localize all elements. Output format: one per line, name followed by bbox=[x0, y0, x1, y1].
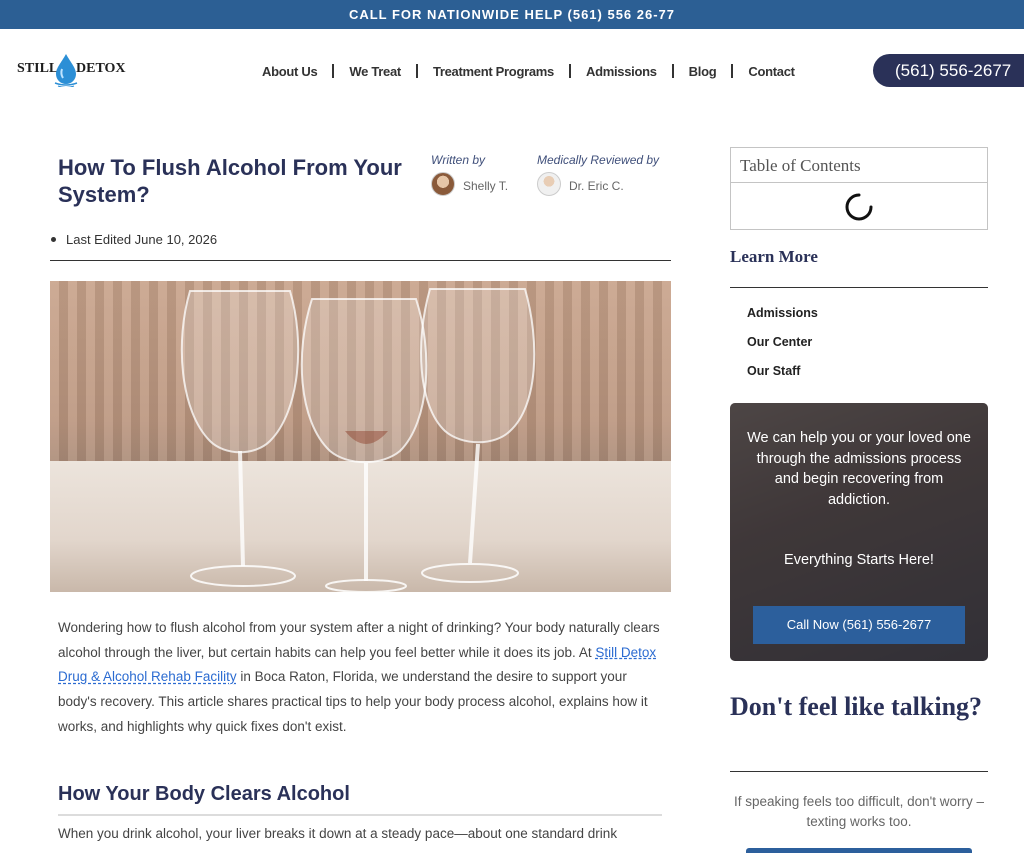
reviewer-name[interactable]: Dr. Eric C. bbox=[569, 179, 624, 193]
main-nav: About Us We Treat Treatment Programs Adm… bbox=[262, 61, 795, 81]
site-header: STILL DETOX About Us We Treat Treatment … bbox=[0, 29, 1024, 111]
admissions-cta-box: We can help you or your loved one throug… bbox=[730, 403, 988, 661]
nav-treatment-programs[interactable]: Treatment Programs bbox=[433, 64, 554, 79]
site-logo[interactable]: STILL DETOX bbox=[17, 53, 127, 93]
reviewer-avatar[interactable] bbox=[537, 172, 561, 196]
nav-separator bbox=[671, 64, 674, 78]
text-us-button[interactable] bbox=[746, 848, 972, 853]
call-now-button[interactable]: Call Now (561) 556-2677 bbox=[753, 606, 965, 644]
reviewed-by-label: Medically Reviewed by bbox=[537, 153, 660, 167]
nav-blog[interactable]: Blog bbox=[689, 64, 717, 79]
hero-image-wine-glasses bbox=[50, 281, 671, 592]
last-edited: Last Edited June 10, 2026 bbox=[51, 232, 217, 247]
page-title: How To Flush Alcohol From Your System? bbox=[58, 155, 402, 207]
header-phone-button[interactable]: (561) 556-2677 bbox=[873, 54, 1024, 87]
text-section-divider bbox=[730, 771, 988, 772]
learn-more-title: Learn More bbox=[730, 247, 818, 266]
nav-separator bbox=[568, 64, 571, 78]
nav-separator bbox=[731, 64, 734, 78]
cta-subheading: Everything Starts Here! bbox=[784, 552, 934, 568]
cta-text: We can help you or your loved one throug… bbox=[747, 430, 971, 508]
intro-text-1: Wondering how to flush alcohol from your… bbox=[58, 620, 660, 660]
intro-paragraph: Wondering how to flush alcohol from your… bbox=[58, 616, 664, 740]
learn-link-our-staff[interactable]: Our Staff bbox=[747, 364, 800, 378]
nav-about-us[interactable]: About Us bbox=[262, 64, 318, 79]
bullet-icon bbox=[51, 237, 56, 242]
section-paragraph: When you drink alcohol, your liver break… bbox=[58, 826, 618, 841]
section-heading: How Your Body Clears Alcohol bbox=[58, 783, 350, 805]
logo-detox-text: DETOX bbox=[76, 61, 126, 76]
divider bbox=[50, 260, 671, 261]
written-by-label: Written by bbox=[431, 153, 486, 167]
dont-feel-like-talking-title: Don't feel like talking? bbox=[730, 692, 983, 721]
table-of-contents[interactable]: Table of Contents bbox=[730, 147, 988, 230]
nav-separator bbox=[332, 64, 335, 78]
nav-separator bbox=[415, 64, 418, 78]
toc-divider bbox=[731, 182, 987, 183]
section-divider bbox=[58, 814, 662, 816]
last-edited-text: Last Edited June 10, 2026 bbox=[66, 232, 218, 247]
nav-admissions[interactable]: Admissions bbox=[586, 64, 657, 79]
author-name[interactable]: Shelly T. bbox=[463, 179, 508, 193]
learn-link-our-center[interactable]: Our Center bbox=[747, 335, 812, 349]
nav-contact[interactable]: Contact bbox=[748, 64, 795, 79]
author-avatar[interactable] bbox=[431, 172, 455, 196]
learn-link-admissions[interactable]: Admissions bbox=[747, 306, 818, 320]
texting-description: If speaking feels too difficult, don't w… bbox=[734, 794, 984, 829]
toc-title: Table of Contents bbox=[740, 156, 861, 175]
wine-glasses-illustration bbox=[180, 288, 536, 592]
top-announcement-bar[interactable]: CALL FOR NATIONWIDE HELP (561) 556 26-77 bbox=[0, 0, 1024, 29]
learn-more-divider bbox=[730, 287, 988, 288]
nav-we-treat[interactable]: We Treat bbox=[349, 64, 401, 79]
loading-spinner-icon bbox=[845, 193, 873, 221]
